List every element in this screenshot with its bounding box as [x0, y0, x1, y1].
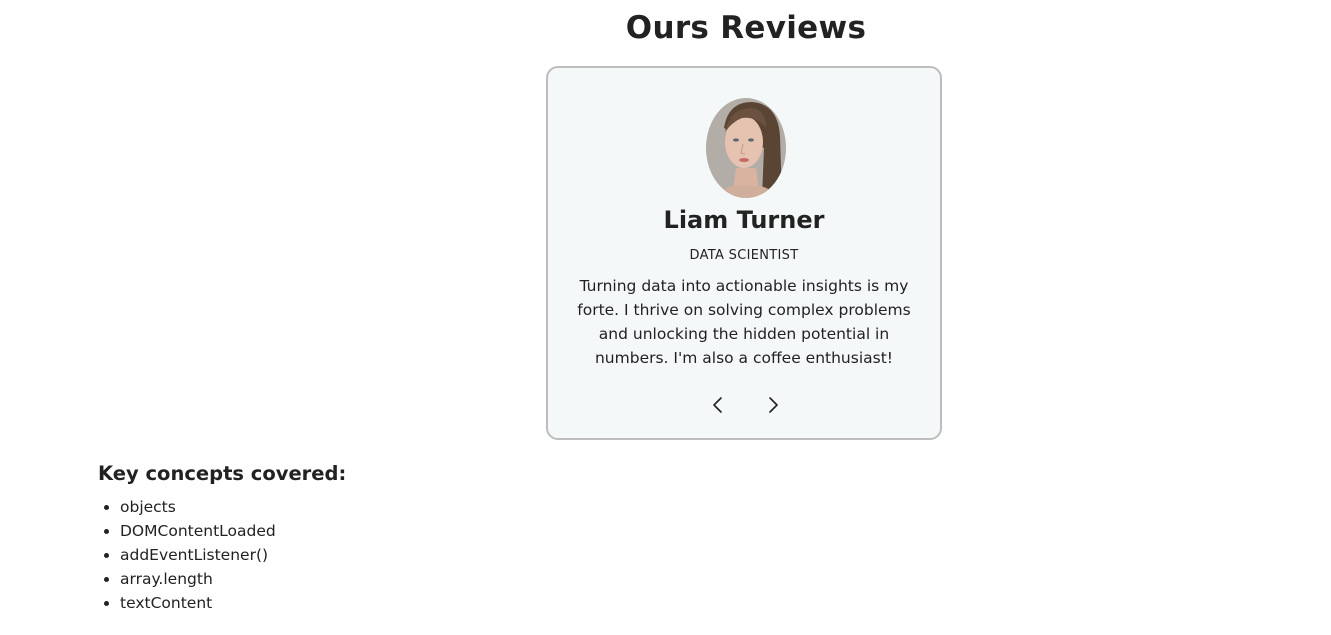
chevron-left-icon	[713, 397, 722, 413]
list-item: addEventListener()	[120, 543, 498, 567]
concepts-list: objects DOMContentLoaded addEventListene…	[98, 495, 498, 615]
avatar-photo	[706, 98, 786, 198]
chevron-right-icon	[769, 397, 778, 413]
page-title: Ours Reviews	[625, 10, 867, 46]
list-item: DOMContentLoaded	[120, 519, 498, 543]
review-text: Turning data into actionable insights is…	[577, 277, 911, 367]
list-item: textContent	[120, 591, 498, 615]
page: Ours Reviews Liam Turner DATA SCIENTIST …	[0, 0, 1331, 635]
review-card: Liam Turner DATA SCIENTIST Turning data …	[546, 66, 942, 440]
concepts-title: Key concepts covered:	[98, 462, 347, 485]
list-item: objects	[120, 495, 498, 519]
next-review-button[interactable]	[760, 392, 786, 418]
concepts-section: Key concepts covered: objects DOMContent…	[98, 462, 498, 615]
prev-review-button[interactable]	[705, 392, 731, 418]
list-item: array.length	[120, 567, 498, 591]
reviewer-name: Liam Turner	[663, 206, 825, 234]
reviewer-job: DATA SCIENTIST	[689, 248, 799, 263]
reviewer-avatar	[706, 98, 786, 198]
